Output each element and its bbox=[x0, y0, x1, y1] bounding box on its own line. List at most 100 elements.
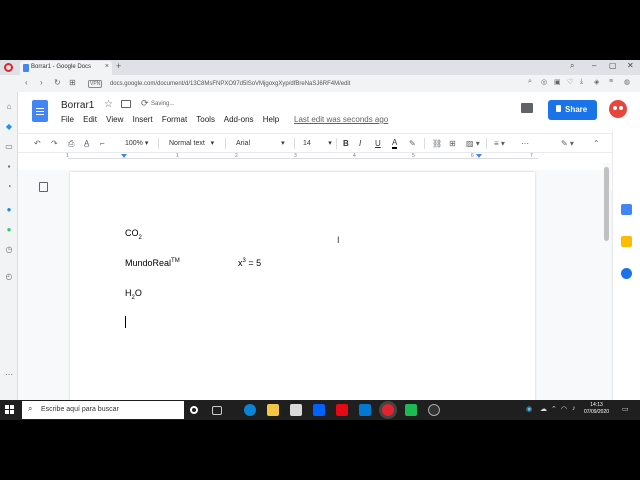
text-color-icon[interactable]: A bbox=[392, 139, 398, 149]
store-icon[interactable] bbox=[290, 404, 302, 416]
window-close-icon[interactable]: ✕ bbox=[627, 61, 634, 70]
volume-icon[interactable]: ♪ bbox=[572, 405, 576, 412]
document-canvas[interactable]: CO2 MundoRealTM x3 = 5 H2O I + bbox=[18, 170, 603, 400]
calendar-icon[interactable] bbox=[621, 204, 632, 215]
whatsapp-icon[interactable]: ● bbox=[4, 225, 14, 235]
doc-line-mundoreal[interactable]: MundoRealTM bbox=[125, 258, 180, 268]
easy-setup-icon[interactable]: ≡ bbox=[609, 78, 613, 85]
menu-edit[interactable]: Edit bbox=[83, 115, 97, 124]
network-app-icon[interactable]: ◉ bbox=[526, 405, 532, 413]
minimize-icon[interactable]: – bbox=[592, 61, 596, 70]
keep-icon[interactable] bbox=[621, 236, 632, 247]
history-icon[interactable]: ◔ bbox=[4, 182, 14, 192]
scroll-thumb[interactable] bbox=[604, 167, 609, 241]
reload-icon[interactable]: ↻ bbox=[54, 78, 61, 87]
cortana-icon[interactable] bbox=[190, 406, 198, 414]
comment-add-icon[interactable]: ⊞ bbox=[449, 139, 456, 148]
url-field[interactable]: VPN docs.google.com/document/d/13C8MsFNP… bbox=[88, 78, 518, 89]
netflix-icon[interactable] bbox=[336, 404, 348, 416]
speed-dial-icon[interactable]: ⊞ bbox=[69, 78, 76, 87]
align-icon[interactable]: ≡ ▾ bbox=[494, 139, 505, 148]
comments-icon[interactable] bbox=[521, 103, 533, 113]
doc-line-h2o[interactable]: H2O bbox=[125, 288, 142, 301]
menu-file[interactable]: File bbox=[61, 115, 74, 124]
extension-icon[interactable]: ▣ bbox=[554, 78, 561, 86]
search-tabs-icon[interactable]: ⌕ bbox=[570, 61, 574, 71]
download-icon[interactable]: ⤓ bbox=[580, 78, 583, 86]
tray-clock[interactable]: 14:13 07/09/2020 bbox=[584, 402, 609, 416]
browser-tab[interactable]: Borrar1 - Google Docs × bbox=[20, 61, 112, 75]
menu-insert[interactable]: Insert bbox=[133, 115, 153, 124]
taskbar-search-input[interactable]: ⌕ Escribe aquí para buscar bbox=[22, 401, 184, 419]
ruler[interactable]: 1 1 2 3 4 5 6 7 bbox=[66, 153, 538, 162]
redo-icon[interactable]: ↷ bbox=[51, 139, 58, 148]
share-button[interactable]: Share bbox=[548, 100, 597, 120]
cube-icon[interactable]: ◈ bbox=[594, 78, 599, 86]
file-explorer-icon[interactable] bbox=[267, 404, 279, 416]
tray-chevron-icon[interactable]: ⌃ bbox=[551, 405, 557, 413]
font-dropdown[interactable]: Arial ▾ bbox=[236, 139, 285, 147]
new-tab-button[interactable]: + bbox=[116, 61, 121, 71]
star-icon[interactable]: ☆ bbox=[104, 99, 113, 110]
undo-icon[interactable]: ↶ bbox=[34, 139, 41, 148]
outline-icon[interactable] bbox=[39, 182, 48, 192]
forward-icon[interactable]: › bbox=[40, 78, 43, 87]
github-icon[interactable] bbox=[428, 404, 440, 416]
avatar[interactable] bbox=[609, 100, 627, 118]
recent-icon[interactable]: ◷ bbox=[4, 245, 14, 255]
style-dropdown[interactable]: Normal text ▾ bbox=[169, 139, 214, 147]
menu-addons[interactable]: Add-ons bbox=[224, 115, 254, 124]
document-scrollbar[interactable] bbox=[603, 163, 611, 400]
more-icon[interactable]: ⋯ bbox=[4, 370, 14, 380]
vpn-badge[interactable]: VPN bbox=[88, 80, 103, 88]
highlight-icon[interactable]: ✎ bbox=[409, 139, 416, 148]
notifications-icon[interactable]: ▭ bbox=[622, 405, 629, 413]
wifi-icon[interactable]: ◠ bbox=[561, 405, 567, 413]
menu-help[interactable]: Help bbox=[263, 115, 279, 124]
windows-start-icon[interactable] bbox=[5, 405, 14, 414]
edge-icon[interactable] bbox=[244, 404, 256, 416]
back-icon[interactable]: ‹ bbox=[25, 78, 28, 87]
flow-icon[interactable]: ◍ bbox=[624, 78, 630, 86]
search-icon[interactable]: ⌕ bbox=[528, 78, 532, 86]
left-indent-marker[interactable] bbox=[121, 154, 127, 158]
more-tools-icon[interactable]: ⋯ bbox=[521, 139, 529, 148]
opera-shield-icon[interactable]: ◆ bbox=[4, 122, 14, 132]
paint-format-icon[interactable]: ⌐ bbox=[100, 139, 105, 148]
doc-line-co2[interactable]: CO2 bbox=[125, 228, 142, 241]
spellcheck-icon[interactable]: A̲ bbox=[84, 139, 89, 148]
tab-close-icon[interactable]: × bbox=[105, 63, 109, 70]
menu-format[interactable]: Format bbox=[162, 115, 187, 124]
snapshot-icon[interactable]: ◎ bbox=[541, 78, 547, 86]
right-indent-marker[interactable] bbox=[476, 154, 482, 158]
task-view-icon[interactable] bbox=[212, 406, 222, 415]
opera-taskbar-icon[interactable] bbox=[382, 404, 394, 416]
maximize-icon[interactable]: ▢ bbox=[609, 61, 617, 70]
italic-icon[interactable]: I bbox=[359, 139, 361, 148]
editing-mode-icon[interactable]: ✎ ▾ bbox=[561, 139, 574, 148]
font-size-dropdown[interactable]: 14 ▾ bbox=[303, 139, 332, 147]
tasks-icon[interactable] bbox=[621, 268, 632, 279]
briefcase-icon[interactable]: ▭ bbox=[4, 142, 14, 152]
print-icon[interactable]: ⎙ bbox=[68, 139, 74, 149]
zoom-dropdown[interactable]: 100% ▾ bbox=[125, 139, 148, 147]
mail-icon[interactable] bbox=[359, 404, 371, 416]
doc-equation[interactable]: x3 = 5 bbox=[238, 258, 261, 268]
opera-logo-icon[interactable] bbox=[4, 63, 13, 72]
link-icon[interactable]: ⛓ bbox=[432, 139, 442, 148]
cloud-icon[interactable]: ☁ bbox=[540, 405, 547, 413]
gamepad-icon[interactable]: ▪ bbox=[4, 162, 14, 172]
collapse-icon[interactable]: ⌃ bbox=[593, 139, 600, 148]
messenger-icon[interactable]: ● bbox=[4, 205, 14, 215]
bookmark-heart-icon[interactable]: ♡ bbox=[567, 78, 573, 86]
move-folder-icon[interactable] bbox=[121, 100, 131, 108]
underline-icon[interactable]: U bbox=[375, 139, 381, 148]
clock-icon[interactable]: ◴ bbox=[4, 272, 14, 282]
document-title[interactable]: Borrar1 bbox=[61, 100, 94, 111]
docs-logo-icon[interactable] bbox=[32, 100, 48, 122]
dropbox-icon[interactable] bbox=[313, 404, 325, 416]
home-icon[interactable]: ⌂ bbox=[4, 102, 14, 112]
document-page[interactable]: CO2 MundoRealTM x3 = 5 H2O I bbox=[70, 172, 535, 400]
bold-icon[interactable]: B bbox=[343, 139, 349, 148]
last-edit-link[interactable]: Last edit was seconds ago bbox=[294, 115, 388, 124]
